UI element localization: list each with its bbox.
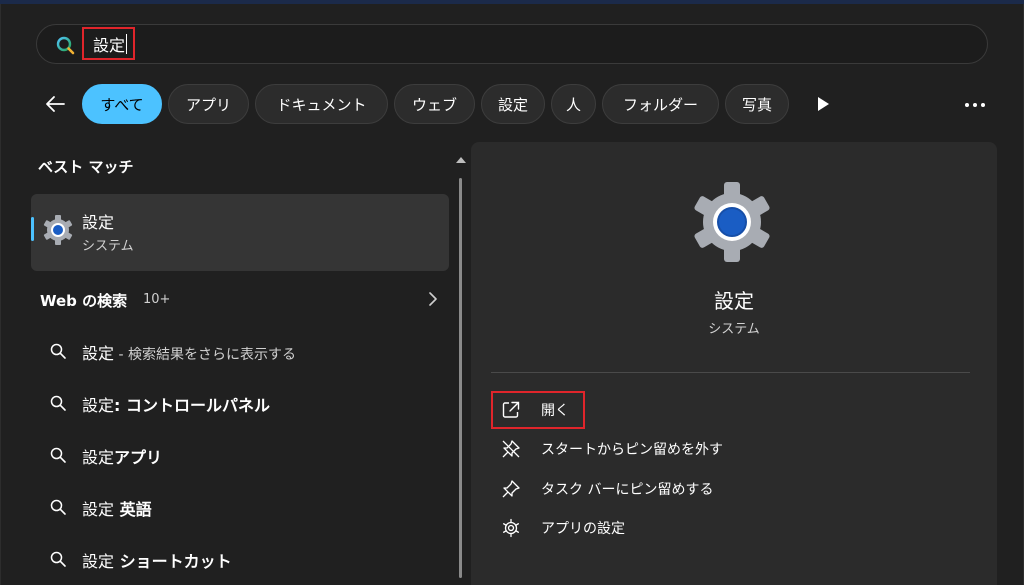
settings-gear-icon xyxy=(694,182,770,262)
action-app-settings[interactable]: アプリの設定 xyxy=(501,513,625,543)
action-open-label: 開く xyxy=(541,403,569,419)
filter-chip-web[interactable]: ウェブ xyxy=(394,84,475,124)
web-result-text: 設定: コントロールパネル xyxy=(82,392,270,416)
result-main: 設定 xyxy=(82,396,115,415)
scrollbar-thumb[interactable] xyxy=(459,178,462,578)
filter-chip-apps[interactable]: アプリ xyxy=(168,84,249,124)
more-options-icon[interactable] xyxy=(963,102,987,108)
detail-title: 設定 xyxy=(714,289,754,313)
web-result-row[interactable]: 設定: コントロールパネル xyxy=(31,381,449,425)
search-input[interactable]: 設定 xyxy=(82,27,135,60)
search-icon xyxy=(50,551,66,567)
result-bold: 英語 xyxy=(114,500,152,519)
web-result-row[interactable]: 設定アプリ xyxy=(31,433,449,477)
action-open[interactable]: 開く xyxy=(501,395,569,425)
chevron-right-icon[interactable] xyxy=(428,292,438,306)
web-result-row[interactable]: 設定 - 検索結果をさらに表示する xyxy=(31,329,449,373)
web-result-text: 設定アプリ xyxy=(82,444,162,468)
action-unpin-start[interactable]: スタートからピン留めを外す xyxy=(501,434,723,464)
result-bold: ショートカット xyxy=(114,552,232,571)
play-icon[interactable] xyxy=(816,96,830,112)
result-main: 設定 xyxy=(82,552,115,571)
result-main: 設定 xyxy=(82,448,115,467)
web-result-row[interactable]: 設定 英語 xyxy=(31,485,449,529)
filter-chip-settings[interactable]: 設定 xyxy=(481,84,545,124)
action-unpin-label: スタートからピン留めを外す xyxy=(541,442,723,458)
search-icon xyxy=(50,499,66,515)
pin-icon xyxy=(502,480,520,498)
filter-chip-all[interactable]: すべて xyxy=(82,84,162,124)
unpin-icon xyxy=(502,440,520,458)
web-result-count: 10+ xyxy=(143,292,171,307)
search-icon xyxy=(50,395,66,411)
best-match-title: 設定 xyxy=(82,213,115,232)
filter-chip-folders[interactable]: フォルダー xyxy=(602,84,719,124)
search-icon xyxy=(56,36,75,55)
search-query: 設定 xyxy=(93,35,126,55)
selection-accent xyxy=(31,217,34,241)
back-arrow-icon[interactable] xyxy=(43,92,67,116)
gear-outline-icon xyxy=(502,518,520,538)
web-result-text: 設定 英語 xyxy=(82,496,152,520)
result-suffix: - 検索結果をさらに表示する xyxy=(114,347,296,363)
action-pin-taskbar[interactable]: タスク バーにピン留めする xyxy=(501,474,713,504)
web-search-heading: Web の検索 xyxy=(40,292,128,310)
text-caret xyxy=(126,33,128,54)
filter-chip-documents[interactable]: ドキュメント xyxy=(255,84,388,124)
web-result-text: 設定 - 検索結果をさらに表示する xyxy=(82,340,296,364)
search-bar[interactable]: 設定 xyxy=(36,24,988,64)
settings-gear-icon xyxy=(43,215,73,245)
result-bold: アプリ xyxy=(114,448,163,467)
result-bold: : コントロールパネル xyxy=(114,396,270,415)
detail-pane: 設定 システム 開く スタートからピン留めを外す タスク バーにピン留めする ア… xyxy=(471,142,997,585)
action-app-settings-label: アプリの設定 xyxy=(541,521,625,537)
search-icon xyxy=(50,343,66,359)
web-result-text: 設定 ショートカット xyxy=(82,548,232,572)
detail-subtitle: システム xyxy=(708,322,760,337)
best-match-item[interactable]: 設定 システム xyxy=(31,194,449,271)
search-icon xyxy=(50,447,66,463)
open-external-icon xyxy=(502,401,520,418)
action-pin-label: タスク バーにピン留めする xyxy=(541,482,714,498)
filter-chip-people[interactable]: 人 xyxy=(551,84,596,124)
best-match-subtitle: システム xyxy=(82,239,134,254)
best-match-heading: ベスト マッチ xyxy=(38,158,134,176)
web-result-row[interactable]: 設定 ショートカット xyxy=(31,537,449,581)
filter-chip-photos[interactable]: 写真 xyxy=(725,84,789,124)
result-main: 設定 xyxy=(82,500,115,519)
scroll-up-arrow-icon[interactable] xyxy=(455,156,467,164)
result-main: 設定 xyxy=(82,344,115,363)
divider xyxy=(491,372,970,373)
